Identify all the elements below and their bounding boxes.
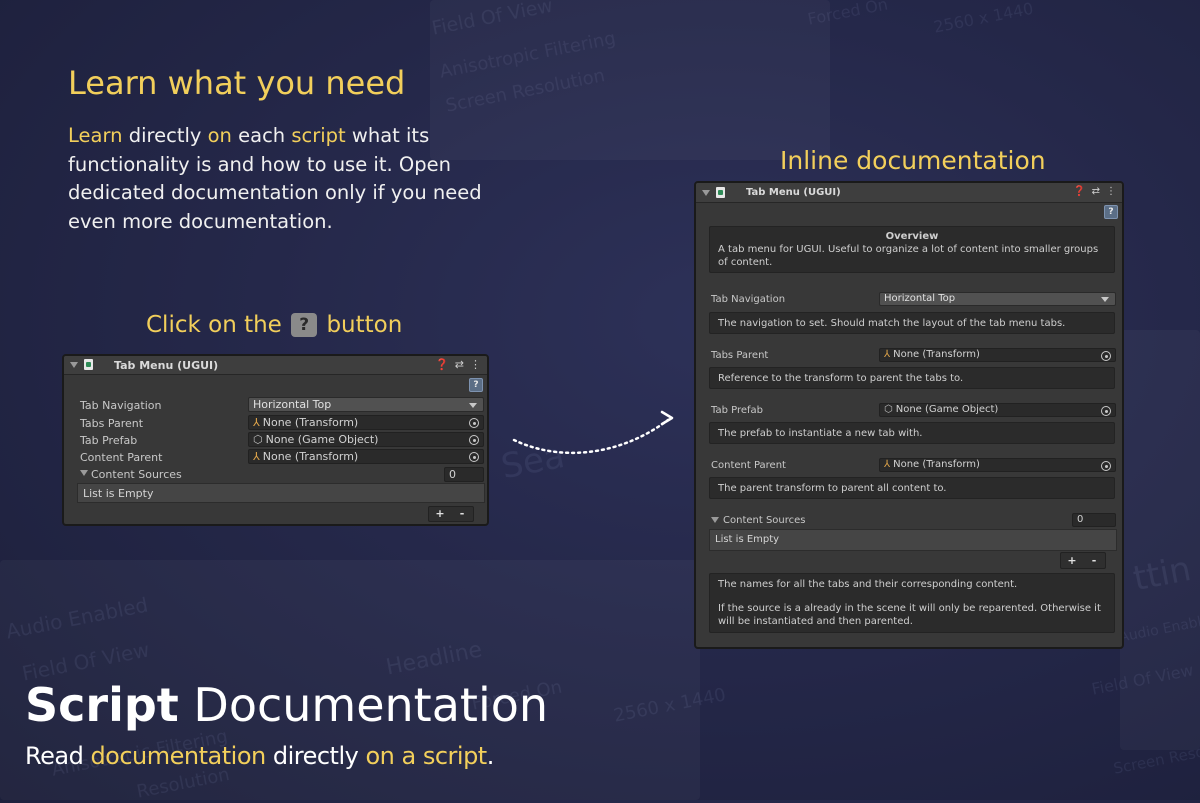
preset-icon[interactable]: ⇄ <box>1092 186 1100 197</box>
field-help: Reference to the transform to parent the… <box>709 367 1115 389</box>
title-rest: Documentation <box>178 678 549 732</box>
arrow-path <box>512 418 670 455</box>
tab-prefab-field[interactable]: ⬡ None (Game Object) <box>879 403 1116 417</box>
overview-box: Overview A tab menu for UGUI. Useful to … <box>709 226 1115 273</box>
field-label: Tab Navigation <box>711 294 786 305</box>
transform-icon: ⅄ <box>884 459 891 470</box>
overview-text: A tab menu for UGUI. Useful to organize … <box>718 244 1099 268</box>
list-size-field[interactable]: 0 <box>1072 513 1116 527</box>
dropdown-arrow-icon <box>1101 297 1109 302</box>
field-label: Tab Prefab <box>711 405 764 416</box>
gameobject-icon: ⬡ <box>884 404 893 415</box>
field-help: The prefab to instantiate a new tab with… <box>709 422 1115 444</box>
list-empty-text: List is Empty <box>715 534 780 545</box>
add-button[interactable]: + <box>1061 553 1083 568</box>
content-parent-field[interactable]: ⅄ None (Transform) <box>879 458 1116 472</box>
field-help: The navigation to set. Should match the … <box>709 312 1115 334</box>
list-help: The names for all the tabs and their cor… <box>709 573 1115 633</box>
subtitle-text: directly <box>265 742 366 770</box>
list-foldout-icon[interactable] <box>711 517 719 523</box>
subtitle-text: Read <box>25 742 91 770</box>
tab-navigation-dropdown[interactable]: Horizontal Top <box>879 292 1116 306</box>
field-help: The parent transform to parent all conte… <box>709 477 1115 499</box>
field-value: None (Transform) <box>893 349 980 360</box>
field-label: Content Parent <box>711 460 786 471</box>
help-icon[interactable]: ❓ <box>1073 186 1085 197</box>
subtitle-text: . <box>486 742 495 770</box>
list-label[interactable]: Content Sources <box>723 515 806 526</box>
large-inspector: Tab Menu (UGUI) ❓ ⇄ ⋮ ? Overview A tab men… <box>694 181 1124 649</box>
transform-icon: ⅄ <box>884 349 891 360</box>
title-bold: Script <box>25 678 179 732</box>
overview-title: Overview <box>885 231 939 242</box>
collapse-icon[interactable] <box>702 190 710 196</box>
list-area: List is Empty <box>709 529 1117 551</box>
page-title: Script Documentation <box>25 678 548 732</box>
list-help-text: The names for all the tabs and their cor… <box>718 579 1018 590</box>
component-header[interactable]: Tab Menu (UGUI) ❓ ⇄ ⋮ <box>696 183 1122 203</box>
field-value: None (Game Object) <box>895 404 999 415</box>
page-subtitle: Read documentation directly on a script. <box>25 742 494 770</box>
object-picker-icon[interactable] <box>1101 406 1111 416</box>
highlight-word: on a script <box>365 742 487 770</box>
highlight-word: documentation <box>90 742 266 770</box>
script-icon <box>716 187 725 198</box>
tabs-parent-field[interactable]: ⅄ None (Transform) <box>879 348 1116 362</box>
list-help-text: If the source is a already in the scene … <box>718 603 1101 627</box>
field-value: None (Transform) <box>893 459 980 470</box>
dropdown-value: Horizontal Top <box>884 293 956 304</box>
more-icon[interactable]: ⋮ <box>1106 186 1116 197</box>
header-icons: ❓ ⇄ ⋮ <box>1067 186 1116 197</box>
help-button-active[interactable]: ? <box>1104 205 1118 219</box>
list-add-remove: + - <box>1060 552 1106 569</box>
object-picker-icon[interactable] <box>1101 351 1111 361</box>
arrow-head <box>660 410 674 426</box>
remove-button[interactable]: - <box>1083 553 1105 568</box>
field-label: Tabs Parent <box>711 350 769 361</box>
object-picker-icon[interactable] <box>1101 461 1111 471</box>
component-title: Tab Menu (UGUI) <box>746 187 841 198</box>
